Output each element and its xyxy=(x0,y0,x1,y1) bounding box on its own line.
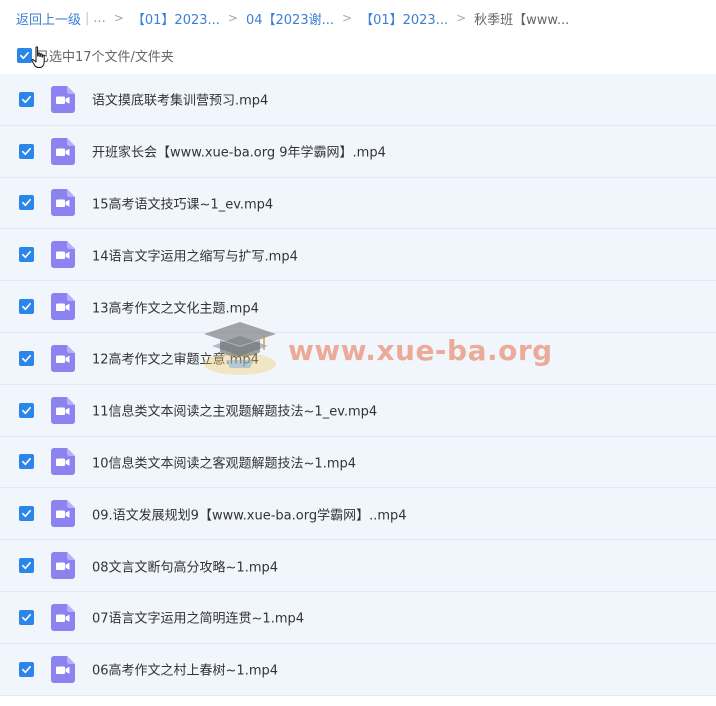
file-checkbox[interactable] xyxy=(19,247,34,263)
file-row[interactable]: 15高考语文技巧课~1_ev.mp4 xyxy=(0,177,716,230)
file-checkbox[interactable] xyxy=(19,558,34,574)
breadcrumb-crumb[interactable]: 04【2023谢... xyxy=(246,9,334,28)
file-checkbox[interactable] xyxy=(19,609,34,625)
checkmark-icon xyxy=(22,561,31,570)
checkmark-icon xyxy=(22,95,31,103)
file-row[interactable]: 08文言文断句高分攻略~1.mp4 xyxy=(0,540,716,592)
video-file-icon xyxy=(51,655,75,683)
file-checkbox[interactable] xyxy=(19,195,34,211)
selection-count: 已选中17个文件/文件夹 xyxy=(36,49,174,65)
file-row[interactable]: 11信息类文本阅读之主观题解题技法~1_ev.mp4 xyxy=(0,384,716,437)
breadcrumb-separator: > xyxy=(227,11,238,25)
back-link[interactable]: 返回上一级 xyxy=(16,9,81,28)
file-row[interactable]: 06高考作文之村上春树~1.mp4 xyxy=(0,643,716,696)
file-row[interactable]: 13高考作文之文化主题.mp4 xyxy=(0,281,716,333)
file-name[interactable]: 开班家长会【www.xue-ba.org 9年学霸网】.mp4 xyxy=(92,142,386,161)
breadcrumb-crumb[interactable]: 【01】2023... xyxy=(360,9,448,28)
file-row[interactable]: 12高考作文之审题立意.mp4 xyxy=(0,332,716,385)
checkmark-icon xyxy=(20,51,29,59)
video-file-icon xyxy=(51,448,75,476)
breadcrumb-crumb[interactable]: 【01】2023... xyxy=(132,9,220,28)
checkmark-icon xyxy=(22,510,31,518)
breadcrumb-current: 秋季班【www... xyxy=(474,12,570,28)
breadcrumb-divider: | xyxy=(85,10,90,26)
video-file-icon xyxy=(51,500,75,528)
checkmark-icon xyxy=(22,251,31,259)
checkmark-icon xyxy=(22,199,31,207)
file-list: 语文摸底联考集训营预习.mp4 开班家长会【www.xue-ba.org 9年学… xyxy=(0,74,716,696)
checkmark-icon xyxy=(22,354,31,362)
file-name[interactable]: 11信息类文本阅读之主观题解题技法~1_ev.mp4 xyxy=(92,401,377,420)
file-row[interactable]: 语文摸底联考集训营预习.mp4 xyxy=(0,74,716,126)
file-checkbox[interactable] xyxy=(19,299,34,315)
file-checkbox[interactable] xyxy=(19,661,34,677)
file-name[interactable]: 13高考作文之文化主题.mp4 xyxy=(92,297,259,316)
checkmark-icon xyxy=(22,303,31,311)
checkmark-icon xyxy=(22,406,31,414)
checkmark-icon xyxy=(22,613,31,621)
select-all-checkbox[interactable] xyxy=(17,47,32,63)
file-row[interactable]: 10信息类文本阅读之客观题解题技法~1.mp4 xyxy=(0,436,716,489)
file-name[interactable]: 07语言文字运用之简明连贯~1.mp4 xyxy=(92,608,304,627)
file-name[interactable]: 08文言文断句高分攻略~1.mp4 xyxy=(92,556,278,575)
video-file-icon xyxy=(51,241,75,269)
file-name[interactable]: 14语言文字运用之缩写与扩写.mp4 xyxy=(92,245,298,264)
checkmark-icon xyxy=(22,665,31,673)
video-file-icon xyxy=(51,137,75,165)
file-row[interactable]: 07语言文字运用之简明连贯~1.mp4 xyxy=(0,591,716,644)
file-checkbox[interactable] xyxy=(19,91,34,107)
file-name[interactable]: 15高考语文技巧课~1_ev.mp4 xyxy=(92,193,273,212)
breadcrumb-ellipsis[interactable]: ... xyxy=(93,11,105,26)
checkmark-icon xyxy=(22,147,31,155)
breadcrumb-separator: > xyxy=(456,11,467,25)
file-row[interactable]: 开班家长会【www.xue-ba.org 9年学霸网】.mp4 xyxy=(0,125,716,178)
video-file-icon xyxy=(51,603,75,631)
file-name[interactable]: 12高考作文之审题立意.mp4 xyxy=(92,349,259,368)
video-file-icon xyxy=(51,293,75,321)
video-file-icon xyxy=(51,85,75,113)
video-file-icon xyxy=(51,189,75,217)
file-name[interactable]: 09.语文发展规划9【www.xue-ba.org学霸网】..mp4 xyxy=(92,504,407,523)
file-checkbox[interactable] xyxy=(19,402,34,418)
hand-cursor-icon xyxy=(31,46,45,68)
breadcrumb-separator: > xyxy=(342,11,353,25)
file-checkbox[interactable] xyxy=(19,143,34,159)
file-checkbox[interactable] xyxy=(19,350,34,366)
file-checkbox[interactable] xyxy=(19,454,34,470)
video-file-icon xyxy=(51,396,75,424)
checkmark-icon xyxy=(22,458,31,466)
file-name[interactable]: 语文摸底联考集训营预习.mp4 xyxy=(92,90,268,109)
file-name[interactable]: 06高考作文之村上春树~1.mp4 xyxy=(92,660,278,679)
file-row[interactable]: 14语言文字运用之缩写与扩写.mp4 xyxy=(0,229,716,282)
file-checkbox[interactable] xyxy=(19,506,34,522)
breadcrumb-separator: > xyxy=(113,11,124,25)
video-file-icon xyxy=(51,552,75,580)
video-file-icon xyxy=(51,344,75,372)
breadcrumb: 返回上一级 | ... > 【01】2023... > 04【2023谢... … xyxy=(16,8,569,28)
file-name[interactable]: 10信息类文本阅读之客观题解题技法~1.mp4 xyxy=(92,452,356,471)
file-row[interactable]: 09.语文发展规划9【www.xue-ba.org学霸网】..mp4 xyxy=(0,488,716,541)
